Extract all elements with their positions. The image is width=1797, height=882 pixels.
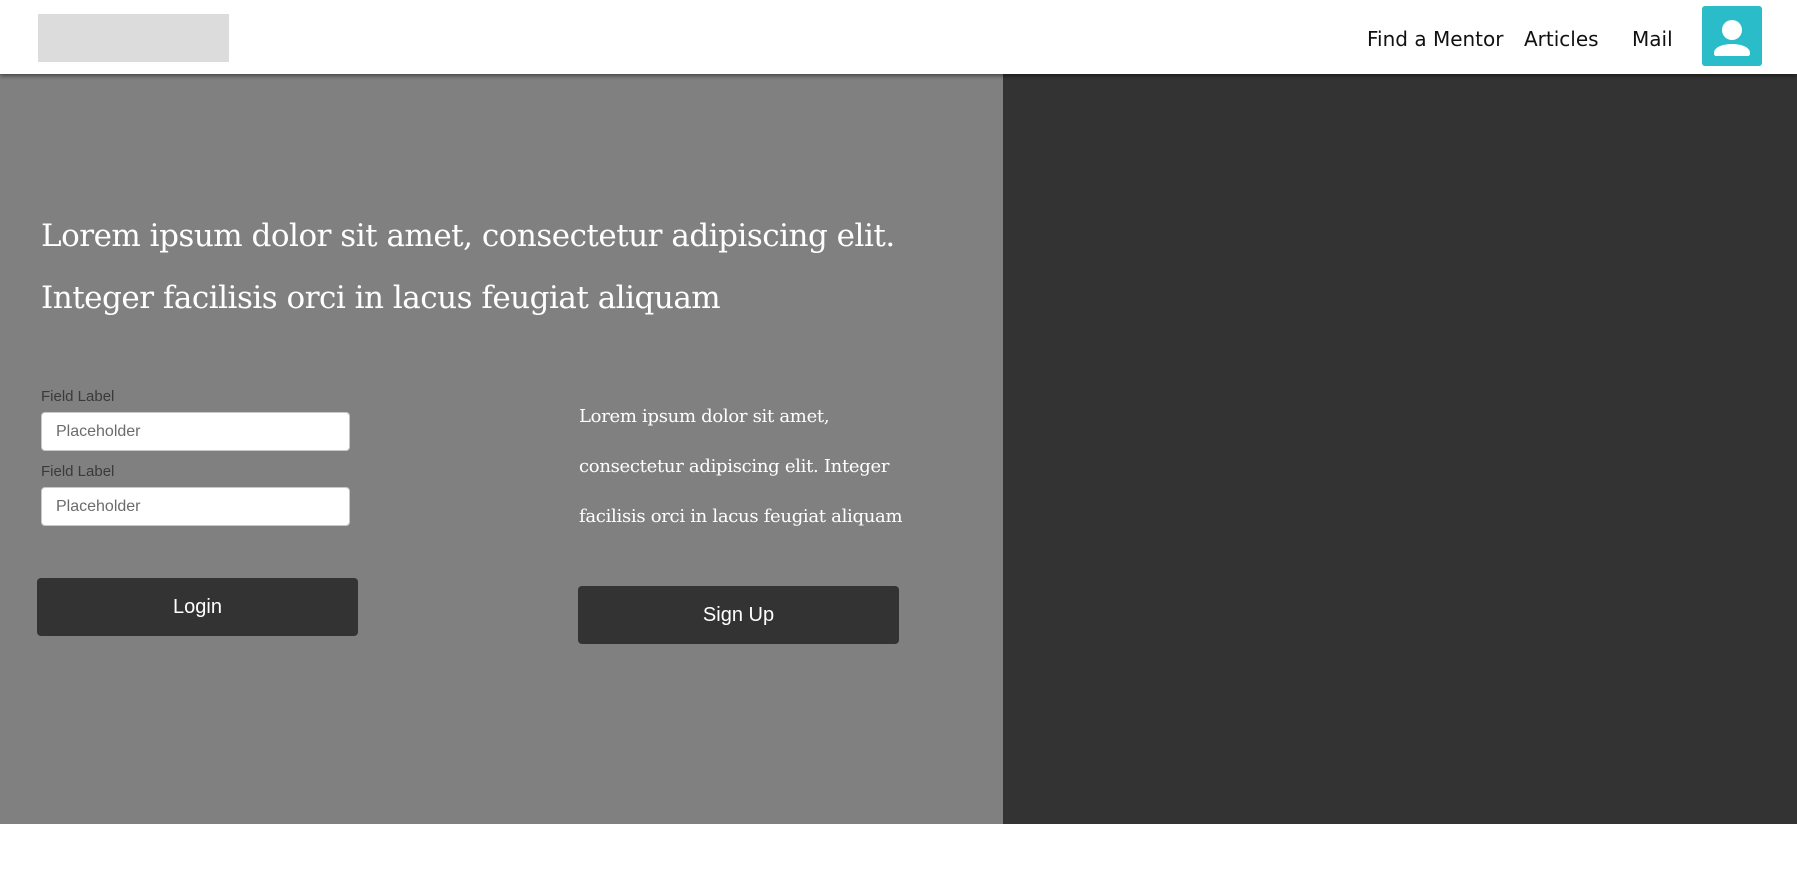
signup-description: Lorem ipsum dolor sit amet, consectetur …: [579, 406, 903, 527]
nav-link-articles[interactable]: Articles: [1524, 26, 1599, 52]
profile-button[interactable]: [1702, 6, 1762, 66]
logo-placeholder[interactable]: [38, 14, 229, 62]
user-icon: [1702, 6, 1762, 66]
field-label-2: Field Label: [41, 463, 115, 480]
login-button[interactable]: Login: [37, 578, 358, 636]
hero-image-panel: [1003, 74, 1797, 824]
hero-headline-line-1: Lorem ipsum dolor sit amet, consectetur …: [41, 218, 895, 254]
nav-link-mail[interactable]: Mail: [1632, 26, 1673, 52]
login-field-1[interactable]: [41, 412, 350, 451]
top-navbar: Find a Mentor Articles Mail: [0, 0, 1797, 74]
hero-headline-line-2: Integer facilisis orci in lacus feugiat …: [41, 280, 721, 316]
nav-link-find-a-mentor[interactable]: Find a Mentor: [1367, 26, 1503, 52]
field-label-1: Field Label: [41, 388, 115, 405]
login-field-2[interactable]: [41, 487, 350, 526]
sign-up-button[interactable]: Sign Up: [578, 586, 899, 644]
hero-left-panel: Lorem ipsum dolor sit amet, consectetur …: [0, 74, 1003, 824]
